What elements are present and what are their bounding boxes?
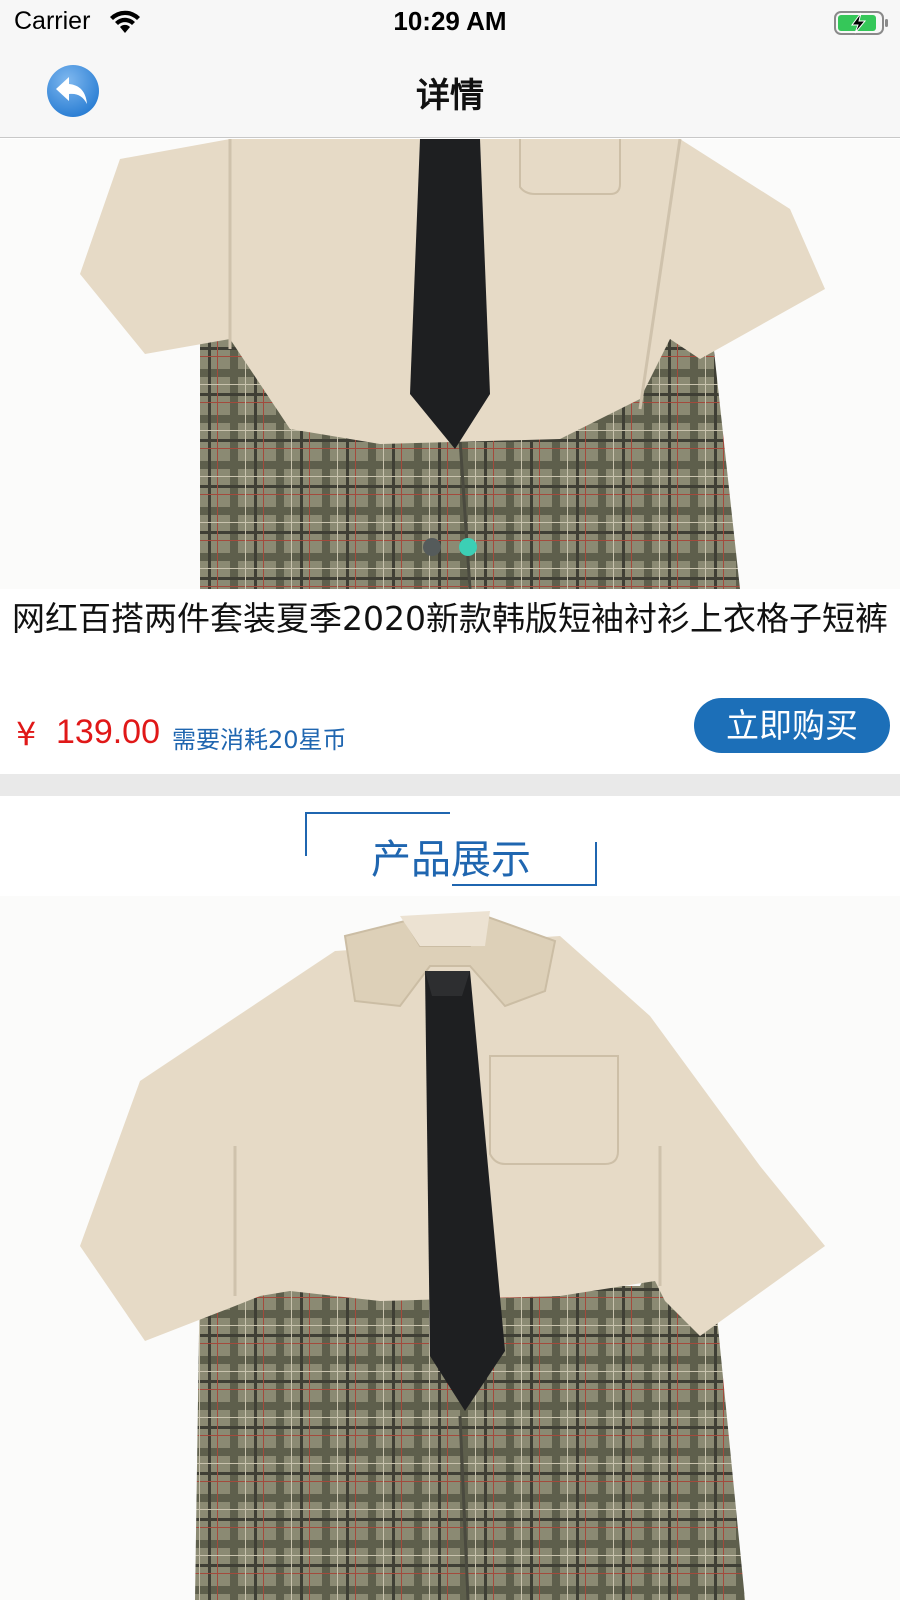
product-image-carousel[interactable] [0,139,900,589]
page-dot-active[interactable] [459,538,477,556]
product-price: 139.00 [56,713,160,751]
buy-now-button[interactable]: 立即购买 [694,698,890,753]
currency-symbol: ¥ [16,715,37,753]
star-coin-cost: 需要消耗20星币 [172,726,347,754]
clock: 10:29 AM [393,6,507,36]
carousel-page-indicator[interactable] [0,538,900,558]
product-title: 网红百搭两件套装夏季2020新款韩版短袖衬衫上衣格子短裤 [12,599,888,638]
product-display-photo [0,896,900,1600]
product-photo [0,139,900,589]
section-divider [0,774,900,796]
battery-charging-icon [834,11,888,35]
section-title: 产品展示 [371,837,531,883]
navigation-bar: 详情 [0,44,900,138]
product-display-image [0,896,900,1600]
page-title: 详情 [416,76,484,116]
section-heading: 产品展示 [305,812,597,886]
status-bar: Carrier 10:29 AM [0,0,900,44]
product-detail-screen: Carrier 10:29 AM 详情 网红百搭两件套装夏季2020新款韩版短袖… [0,0,900,1600]
page-dot[interactable] [423,538,441,556]
